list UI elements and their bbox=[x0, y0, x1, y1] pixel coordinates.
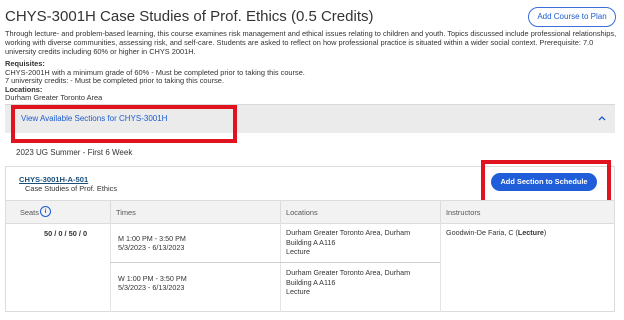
header-instructors: Instructors bbox=[446, 208, 481, 217]
info-icon[interactable]: i bbox=[40, 206, 51, 217]
section-name: Case Studies of Prof. Ethics bbox=[25, 184, 118, 193]
meeting-room: Building A A116 bbox=[286, 277, 336, 287]
view-sections-link[interactable]: View Available Sections for CHYS-3001H bbox=[21, 114, 167, 123]
header-seats: Seats bbox=[20, 208, 39, 217]
meeting-time: M 1:00 PM - 3:50 PM 5/3/2023 - 6/13/2023 bbox=[118, 234, 186, 252]
meeting-location-name: Durham Greater Toronto Area, Durham bbox=[286, 268, 411, 277]
meeting-divider bbox=[110, 262, 440, 263]
meeting-location: Durham Greater Toronto Area, Durham Buil… bbox=[286, 268, 410, 297]
course-title: CHYS-3001H Case Studies of Prof. Ethics … bbox=[5, 8, 374, 25]
column-divider bbox=[440, 222, 441, 312]
sections-table-header: Seats Times Locations Instructors bbox=[6, 200, 614, 224]
meeting-dates: 5/3/2023 - 6/13/2023 bbox=[118, 283, 185, 292]
chevron-up-icon[interactable] bbox=[597, 113, 607, 123]
course-description: Through lecture- and problem-based learn… bbox=[5, 29, 617, 57]
add-course-to-plan-button[interactable]: Add Course to Plan bbox=[528, 7, 616, 27]
instructor-name: Goodwin-De Faria, C ( bbox=[446, 228, 518, 237]
meeting-room: Building A A116 bbox=[286, 237, 336, 247]
term-label: 2023 UG Summer - First 6 Week bbox=[16, 148, 133, 157]
meeting-time-range: M 1:00 PM - 3:50 PM bbox=[118, 234, 186, 243]
meeting-time: W 1:00 PM - 3:50 PM 5/3/2023 - 6/13/2023 bbox=[118, 274, 187, 292]
meeting-type: Lecture bbox=[286, 287, 310, 296]
instructor-close: ) bbox=[543, 228, 547, 237]
section-code-link[interactable]: CHYS-3001H-A-501 bbox=[19, 175, 88, 184]
meeting-dates: 5/3/2023 - 6/13/2023 bbox=[118, 243, 185, 252]
meeting-type: Lecture bbox=[286, 247, 310, 256]
requisite-item: 7 university credits: - Must be complete… bbox=[5, 76, 224, 86]
course-meta: Requisites: CHYS-2001H with a minimum gr… bbox=[5, 59, 617, 103]
add-section-to-schedule-button[interactable]: Add Section to Schedule bbox=[491, 173, 597, 191]
column-divider bbox=[440, 201, 441, 223]
location-value: Durham Greater Toronto Area bbox=[5, 93, 103, 103]
column-divider bbox=[110, 201, 111, 223]
instructor-role: Lecture bbox=[517, 228, 544, 237]
header-times: Times bbox=[116, 208, 136, 217]
meeting-location: Durham Greater Toronto Area, Durham Buil… bbox=[286, 228, 410, 257]
seats-value: 50 / 0 / 50 / 0 bbox=[44, 229, 88, 238]
column-divider bbox=[110, 222, 111, 312]
instructor: Goodwin-De Faria, C (Lecture) bbox=[446, 228, 546, 237]
column-divider bbox=[280, 222, 281, 312]
view-sections-bar[interactable]: View Available Sections for CHYS-3001H bbox=[5, 104, 615, 133]
meeting-time-range: W 1:00 PM - 3:50 PM bbox=[118, 274, 187, 283]
column-divider bbox=[280, 201, 281, 223]
header-locations: Locations bbox=[286, 208, 318, 217]
meeting-location-name: Durham Greater Toronto Area, Durham bbox=[286, 228, 411, 237]
